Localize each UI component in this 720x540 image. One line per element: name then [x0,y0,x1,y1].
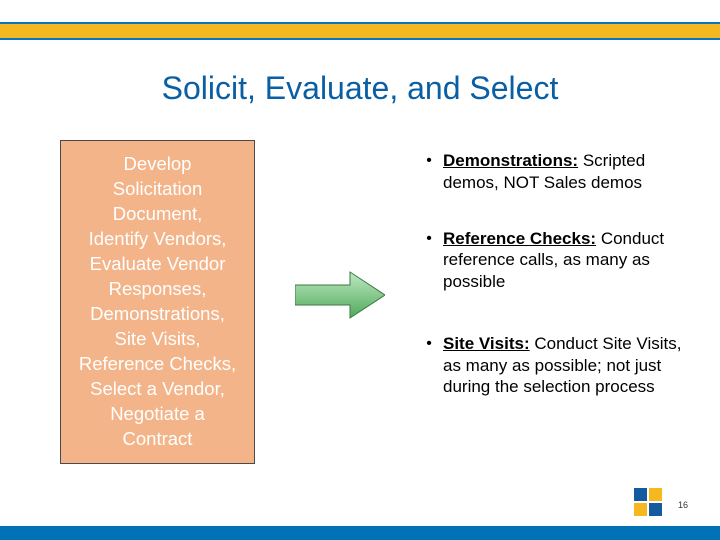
process-line: Identify Vendors, [89,227,227,252]
slide: Solicit, Evaluate, and Select Develop So… [0,0,720,540]
process-line: Contract [123,427,193,452]
slide-title: Solicit, Evaluate, and Select [0,70,720,107]
process-line: Demonstrations, [90,302,225,327]
process-line: Reference Checks, [79,352,236,377]
bullet-body: Reference Checks: Conduct reference call… [443,228,695,293]
page-number: 16 [678,500,688,510]
process-line: Site Visits, [114,327,200,352]
arrow-right-icon [295,270,385,320]
list-item: • Site Visits: Conduct Site Visits, as m… [415,333,695,398]
bottom-accent-bar [0,526,720,540]
logo-icon [634,488,662,516]
bullet-heading: Reference Checks: [443,229,596,248]
bullet-list: • Demonstrations: Scripted demos, NOT Sa… [415,150,695,432]
process-line: Document, [113,202,202,227]
process-line: Negotiate a [110,402,205,427]
process-line: Select a Vendor, [90,377,225,402]
bullet-body: Demonstrations: Scripted demos, NOT Sale… [443,150,695,194]
bullet-heading: Site Visits: [443,334,530,353]
top-accent-bar [0,22,720,40]
process-line: Responses, [109,277,207,302]
process-line: Evaluate Vendor [90,252,226,277]
list-item: • Reference Checks: Conduct reference ca… [415,228,695,293]
process-line: Solicitation [113,177,202,202]
process-line: Develop [124,152,192,177]
list-item: • Demonstrations: Scripted demos, NOT Sa… [415,150,695,194]
bullet-dot-icon: • [415,333,443,398]
process-box: Develop Solicitation Document, Identify … [60,140,255,464]
bullet-dot-icon: • [415,228,443,293]
bullet-heading: Demonstrations: [443,151,578,170]
bullet-body: Site Visits: Conduct Site Visits, as man… [443,333,695,398]
bullet-dot-icon: • [415,150,443,194]
